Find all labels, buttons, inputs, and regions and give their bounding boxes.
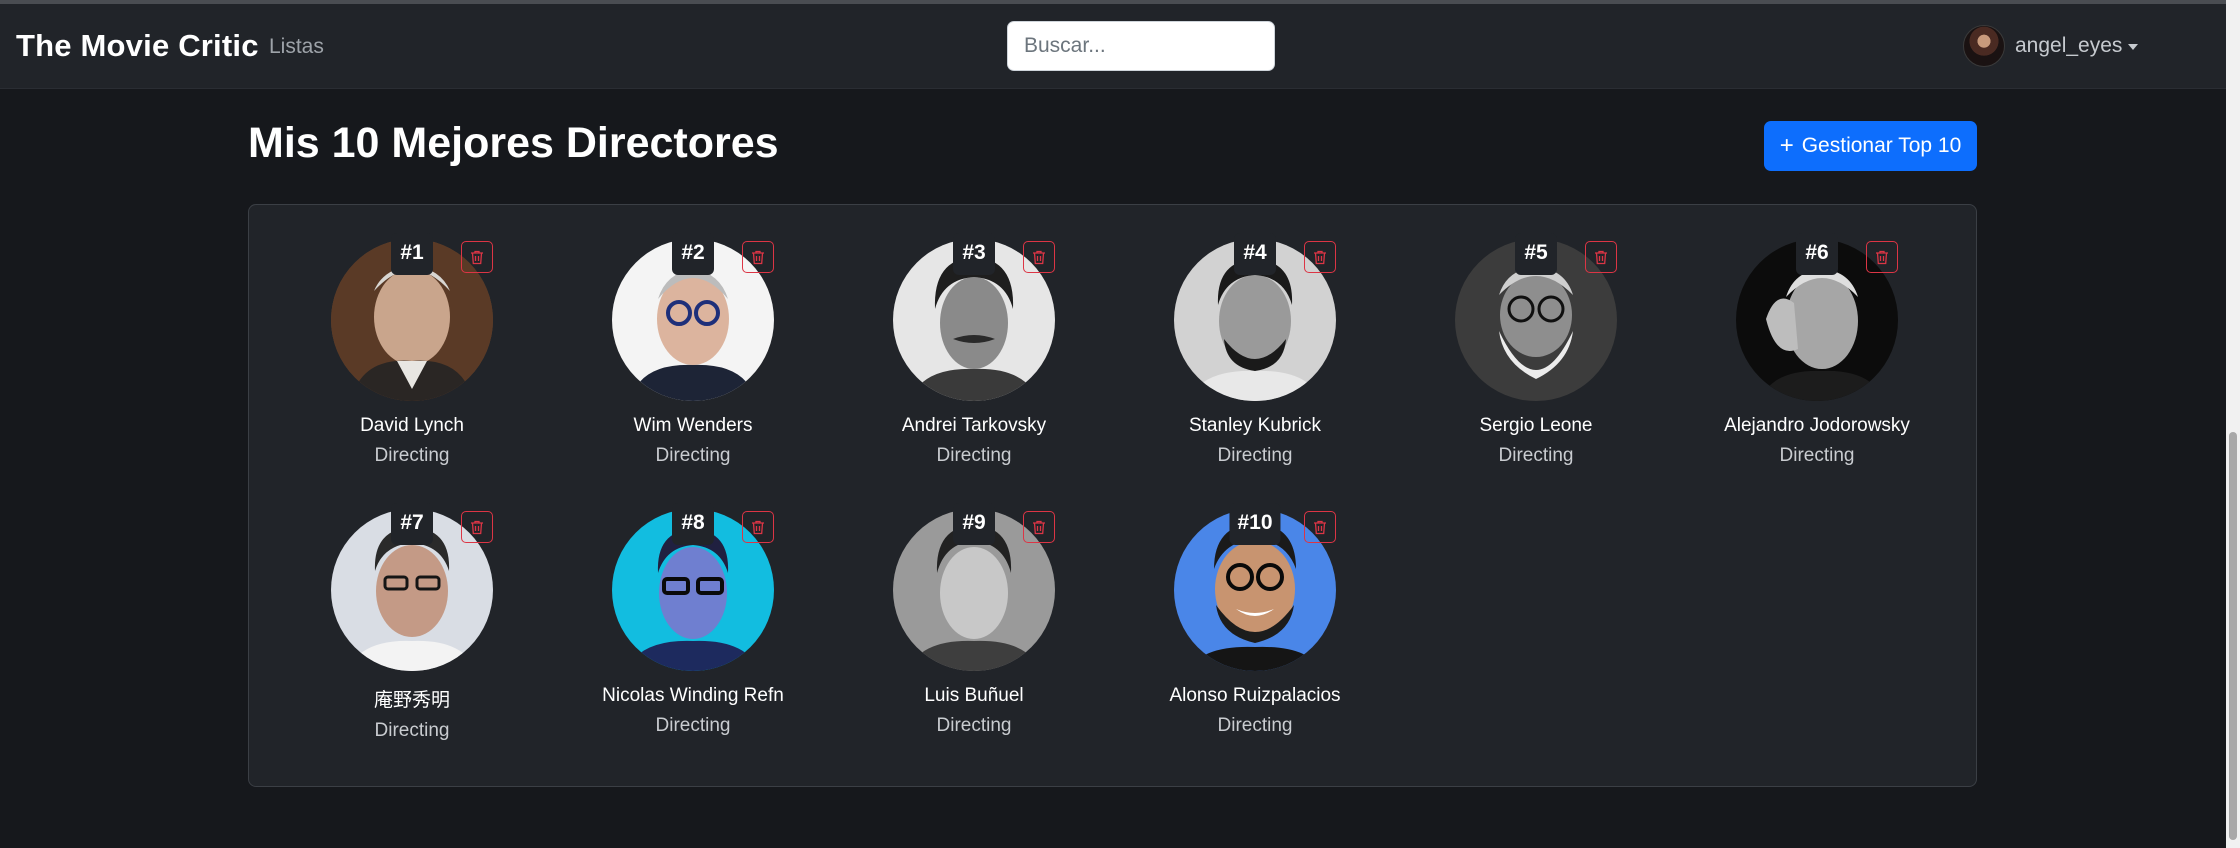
director-item: #1 David Lynch Directing bbox=[292, 233, 532, 467]
username-label: angel_eyes bbox=[2015, 34, 2123, 57]
director-department: Directing bbox=[655, 445, 731, 466]
delete-button[interactable] bbox=[1023, 241, 1055, 273]
trash-icon bbox=[1314, 520, 1326, 534]
director-department: Directing bbox=[1217, 445, 1293, 466]
page-scrollbar[interactable] bbox=[2226, 0, 2240, 848]
rank-badge: #1 bbox=[391, 233, 433, 275]
rank-badge: #8 bbox=[672, 503, 714, 545]
director-item: #5 Sergio Leone Directing bbox=[1416, 233, 1656, 467]
plus-icon: + bbox=[1779, 132, 1794, 159]
director-item: #7 庵野秀明 Directing bbox=[292, 503, 532, 742]
director-name[interactable]: Nicolas Winding Refn bbox=[573, 685, 813, 707]
director-name[interactable]: Luis Buñuel bbox=[854, 685, 1094, 707]
avatar bbox=[1963, 25, 2005, 67]
trash-icon bbox=[752, 250, 764, 264]
rank-badge: #2 bbox=[672, 233, 714, 275]
delete-button[interactable] bbox=[1304, 511, 1336, 543]
director-name[interactable]: Andrei Tarkovsky bbox=[854, 415, 1094, 437]
director-department: Directing bbox=[1498, 445, 1574, 466]
director-department: Directing bbox=[936, 715, 1012, 736]
director-name[interactable]: Sergio Leone bbox=[1416, 415, 1656, 437]
delete-button[interactable] bbox=[1023, 511, 1055, 543]
director-name[interactable]: Stanley Kubrick bbox=[1135, 415, 1375, 437]
delete-button[interactable] bbox=[1585, 241, 1617, 273]
director-department: Directing bbox=[1217, 715, 1293, 736]
manage-top10-button[interactable]: + Gestionar Top 10 bbox=[1764, 121, 1977, 171]
director-name[interactable]: Wim Wenders bbox=[573, 415, 813, 437]
director-name[interactable]: 庵野秀明 bbox=[292, 685, 532, 712]
trash-icon bbox=[1595, 250, 1607, 264]
director-department: Directing bbox=[1779, 445, 1855, 466]
delete-button[interactable] bbox=[742, 511, 774, 543]
director-item: #8 Nicolas Winding Refn Directing bbox=[573, 503, 813, 737]
user-menu[interactable]: angel_eyes bbox=[1963, 25, 2139, 67]
page-title: Mis 10 Mejores Directores bbox=[248, 119, 779, 167]
director-item: #9 Luis Buñuel Directing bbox=[854, 503, 1094, 737]
delete-button[interactable] bbox=[742, 241, 774, 273]
trash-icon bbox=[752, 520, 764, 534]
director-item: #4 Stanley Kubrick Directing bbox=[1135, 233, 1375, 467]
director-name[interactable]: David Lynch bbox=[292, 415, 532, 437]
rank-badge: #3 bbox=[953, 233, 995, 275]
directors-card: #1 David Lynch Directing #2 Wim Wenders … bbox=[248, 204, 1977, 787]
director-name[interactable]: Alonso Ruizpalacios bbox=[1135, 685, 1375, 707]
manage-top10-label: Gestionar Top 10 bbox=[1801, 134, 1962, 157]
director-item: #2 Wim Wenders Directing bbox=[573, 233, 813, 467]
chevron-down-icon bbox=[2128, 44, 2139, 50]
trash-icon bbox=[1314, 250, 1326, 264]
trash-icon bbox=[471, 250, 483, 264]
trash-icon bbox=[1033, 250, 1045, 264]
director-name[interactable]: Alejandro Jodorowsky bbox=[1697, 415, 1937, 437]
trash-icon bbox=[471, 520, 483, 534]
director-department: Directing bbox=[374, 720, 450, 741]
director-item: #10 Alonso Ruizpalacios Directing bbox=[1135, 503, 1375, 737]
brand-logo[interactable]: The Movie Critic bbox=[16, 28, 259, 64]
director-item: #3 Andrei Tarkovsky Directing bbox=[854, 233, 1094, 467]
director-item: #6 Alejandro Jodorowsky Directing bbox=[1697, 233, 1937, 467]
rank-badge: #5 bbox=[1515, 233, 1557, 275]
nav-link-lists[interactable]: Listas bbox=[269, 35, 324, 59]
trash-icon bbox=[1876, 250, 1888, 264]
trash-icon bbox=[1033, 520, 1045, 534]
rank-badge: #4 bbox=[1234, 233, 1276, 275]
navbar: The Movie Critic Listas angel_eyes bbox=[0, 4, 2226, 89]
rank-badge: #6 bbox=[1796, 233, 1838, 275]
rank-badge: #10 bbox=[1229, 503, 1281, 545]
rank-badge: #7 bbox=[391, 503, 433, 545]
delete-button[interactable] bbox=[461, 241, 493, 273]
rank-badge: #9 bbox=[953, 503, 995, 545]
delete-button[interactable] bbox=[461, 511, 493, 543]
director-department: Directing bbox=[655, 715, 731, 736]
director-department: Directing bbox=[374, 445, 450, 466]
search-input[interactable] bbox=[1007, 21, 1275, 71]
scrollbar-thumb[interactable] bbox=[2229, 432, 2237, 840]
delete-button[interactable] bbox=[1866, 241, 1898, 273]
director-department: Directing bbox=[936, 445, 1012, 466]
delete-button[interactable] bbox=[1304, 241, 1336, 273]
